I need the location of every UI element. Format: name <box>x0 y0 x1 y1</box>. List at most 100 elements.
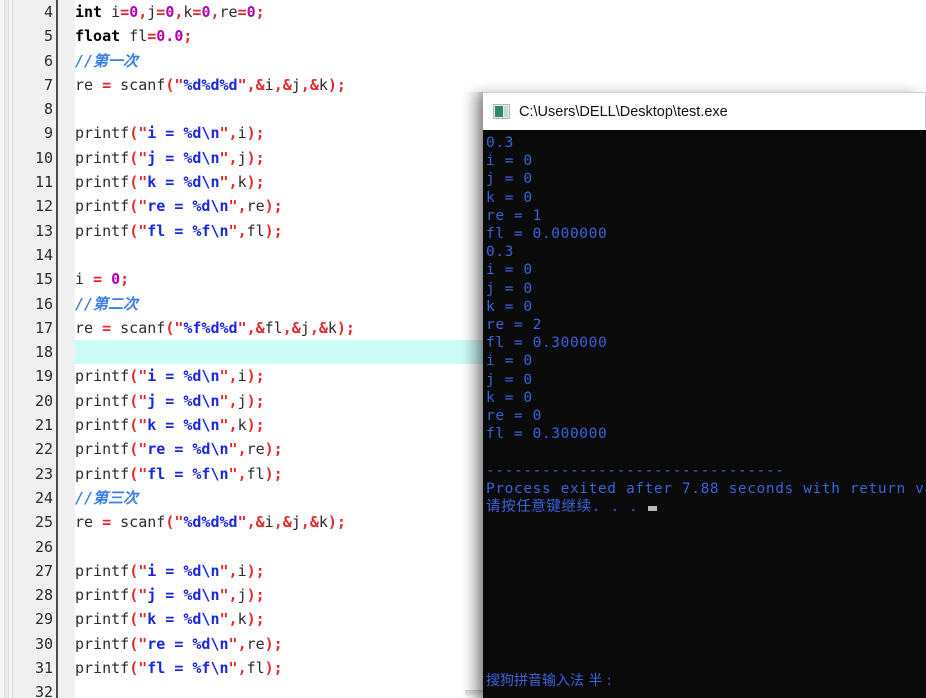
console-window[interactable]: C:\Users\DELL\Desktop\test.exe 0.3 i = 0j… <box>483 92 926 698</box>
code-token-op: = <box>147 27 157 46</box>
code-token-punc: ); <box>264 659 283 678</box>
console-titlebar[interactable]: C:\Users\DELL\Desktop\test.exe <box>483 92 926 130</box>
code-line-text: i = 0; <box>75 267 129 291</box>
code-token-id: printf <box>75 148 130 167</box>
code-token-str: " <box>138 610 148 629</box>
console-output-line: j = 0 <box>486 171 533 188</box>
code-token-id: j <box>237 148 247 167</box>
code-token-fmt: i = %d\n <box>147 561 220 580</box>
code-token-id: printf <box>75 659 130 678</box>
code-token-punc: ); <box>336 318 355 337</box>
code-token-str: " <box>138 148 148 167</box>
code-token-op: & <box>291 318 301 337</box>
code-token-id: printf <box>75 634 130 653</box>
code-token-punc: ( <box>129 197 139 216</box>
code-token-punc: ); <box>246 610 265 629</box>
code-token-id: j <box>300 318 310 337</box>
line-number: 30 <box>34 634 53 653</box>
line-number: 28 <box>34 586 53 605</box>
line-number: 4 <box>43 3 53 21</box>
code-token-punc: ; <box>255 3 265 21</box>
code-line-text: re = scanf("%d%d%d",&i,&j,&k); <box>75 510 346 534</box>
line-number: 6 <box>43 51 53 70</box>
code-token-str: " <box>138 197 148 216</box>
code-token-punc: ( <box>129 561 139 580</box>
code-line-text: printf("j = %d\n",j); <box>75 583 265 607</box>
console-prompt-line: 请按任意键继续. . . <box>486 498 926 516</box>
code-token-id: re <box>75 318 103 337</box>
code-token-id: j <box>237 391 247 410</box>
code-token-punc: , <box>228 586 238 605</box>
code-token-punc: , <box>228 610 238 629</box>
code-token-fmt: i = %d\n <box>147 367 220 386</box>
code-line-text: printf("re = %d\n",re); <box>75 437 283 461</box>
code-line-text: printf("i = %d\n",i); <box>75 364 265 388</box>
code-token-id: i <box>75 270 94 289</box>
code-token-op: & <box>255 75 265 94</box>
code-token-kw: int <box>75 3 103 21</box>
code-token-op: & <box>318 318 328 337</box>
line-number: 9 <box>43 124 53 143</box>
code-token-id: j <box>291 513 301 532</box>
code-token-id: re <box>75 513 103 532</box>
code-token-punc: , <box>246 75 256 94</box>
code-token-id: k <box>318 75 328 94</box>
console-output-line: fl = 0.300000 <box>486 335 608 352</box>
code-token-punc: , <box>237 221 247 240</box>
code-token-punc: ; <box>183 27 193 46</box>
code-token-id: i <box>237 367 247 386</box>
code-token-punc: , <box>228 561 238 580</box>
line-number: 20 <box>34 391 53 410</box>
code-token-fmt: re = %d\n <box>147 634 229 653</box>
code-line-text: printf("re = %d\n",re); <box>75 194 283 218</box>
code-token-id: k <box>327 318 337 337</box>
code-token-op: & <box>282 513 292 532</box>
code-token-punc: ( <box>165 75 175 94</box>
code-token-id: i <box>102 3 121 21</box>
code-token-op: = <box>102 75 112 94</box>
code-token-punc: , <box>228 416 238 435</box>
code-token-punc: ); <box>264 221 283 240</box>
line-number: 7 <box>43 75 53 94</box>
code-line-text: printf("i = %d\n",i); <box>75 121 265 145</box>
console-output-line: re = 0 <box>486 408 542 425</box>
code-token-punc: , <box>246 318 256 337</box>
code-token-str: " <box>219 148 229 167</box>
code-line-text: int i=0,j=0,k=0,re=0; <box>75 0 265 24</box>
code-token-id: re <box>246 440 265 459</box>
code-token-id: printf <box>75 197 130 216</box>
code-line-row[interactable]: 5 float fl=0.0; <box>0 24 926 48</box>
code-token-id: k <box>237 610 247 629</box>
code-line-text: printf("k = %d\n",k); <box>75 413 265 437</box>
code-token-id: printf <box>75 561 130 580</box>
code-token-id: scanf <box>111 318 166 337</box>
code-line-text: //第三次 <box>75 486 138 510</box>
code-token-str: " <box>228 659 238 678</box>
code-token-punc: , <box>138 3 148 21</box>
line-number: 22 <box>34 440 53 459</box>
code-token-str: " <box>219 391 229 410</box>
code-token-id: printf <box>75 464 130 483</box>
ime-status-bar[interactable]: 搜狗拼音输入法 半 : <box>486 670 612 690</box>
code-token-punc: , <box>237 197 247 216</box>
code-token-id: printf <box>75 391 130 410</box>
console-title-text: C:\Users\DELL\Desktop\test.exe <box>519 103 728 120</box>
code-line-row[interactable]: 6 //第一次 <box>0 49 926 73</box>
console-output-area[interactable]: 0.3 i = 0j = 0k = 0 re = 1 fl = 0.000000 0.3… <box>483 130 926 698</box>
code-token-punc: ); <box>264 197 283 216</box>
code-line-text: float fl=0.0; <box>75 24 192 48</box>
line-number: 25 <box>34 513 53 532</box>
code-token-str: " <box>138 391 148 410</box>
code-token-id: re <box>219 3 238 21</box>
code-line-text: re = scanf("%d%d%d",&i,&j,&k); <box>75 73 346 97</box>
console-output-line: k = 0 <box>486 389 533 406</box>
screen: 4 int i=0,j=0,k=0,re=0; 5 float fl=0.0; 6//第… <box>0 0 926 698</box>
code-token-punc: ); <box>246 416 265 435</box>
code-token-fmt: j = %d\n <box>147 586 220 605</box>
line-number: 32 <box>34 683 53 698</box>
code-token-op: & <box>309 513 319 532</box>
code-token-punc: , <box>228 124 238 143</box>
code-token-fmt: fl = %f\n <box>147 659 229 678</box>
line-number: 19 <box>34 367 53 386</box>
code-line-row[interactable]: 4 int i=0,j=0,k=0,re=0; <box>0 0 926 24</box>
